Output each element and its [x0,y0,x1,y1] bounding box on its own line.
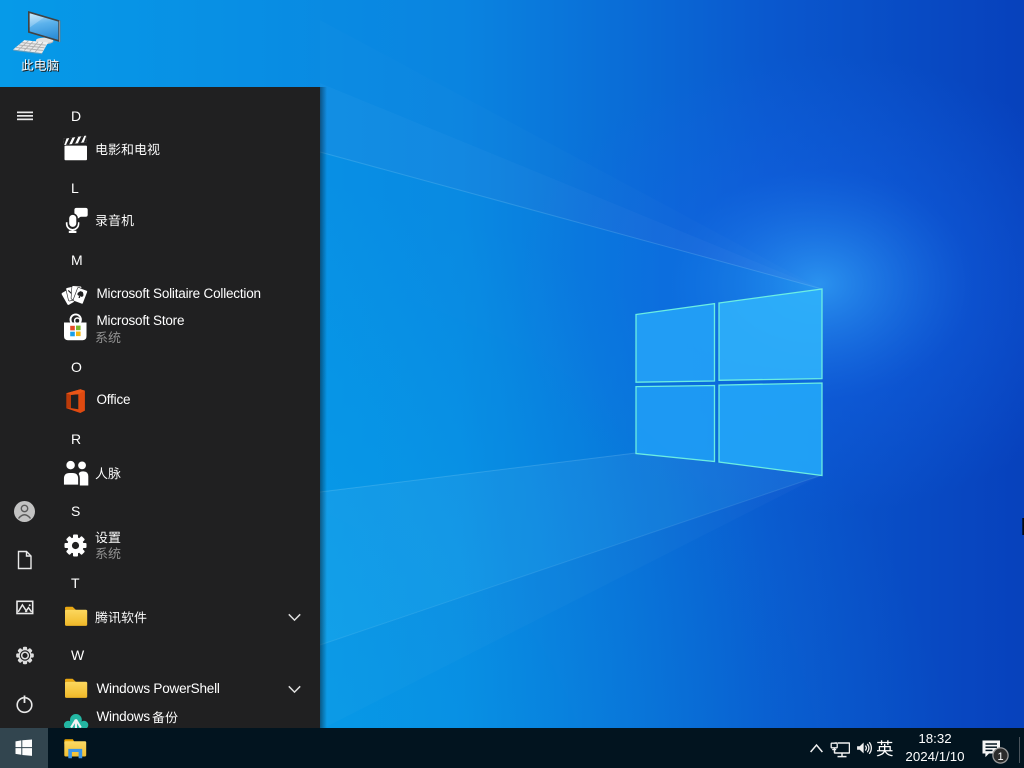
svg-text:1: 1 [997,751,1003,763]
